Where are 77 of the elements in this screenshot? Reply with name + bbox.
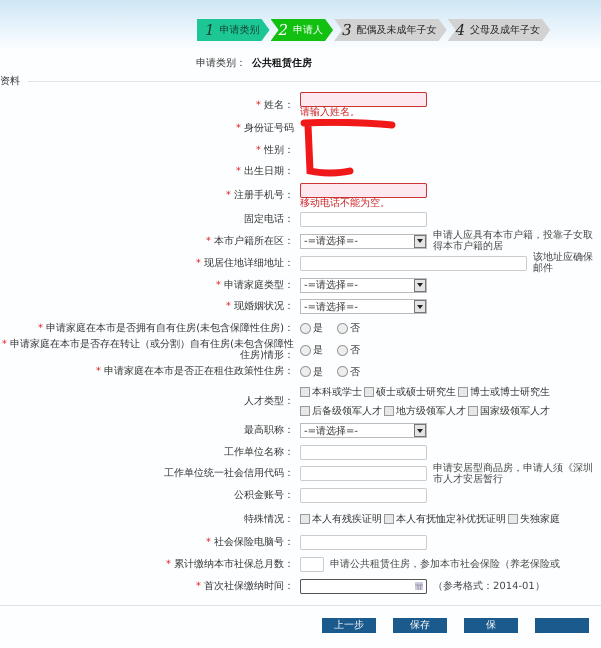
radio-option[interactable]: 是 <box>300 343 323 358</box>
required-mark: * <box>38 322 43 334</box>
required-mark: * <box>236 123 241 134</box>
field-label: 姓名： <box>264 100 294 110</box>
required-mark: * <box>256 144 261 156</box>
hint-text: （参考格式：2014-01） <box>433 580 546 592</box>
select-dropdown[interactable]: -=请选择=- <box>300 278 427 293</box>
field-label: 现婚姻状况： <box>234 301 294 312</box>
checkbox-option[interactable]: 本科或学士 <box>300 384 362 399</box>
field-label: 固定电话： <box>244 214 294 226</box>
select-dropdown[interactable]: -=请选择=- <box>300 299 427 314</box>
required-mark: * <box>2 339 7 350</box>
input-field[interactable] <box>300 92 427 107</box>
required-mark: * <box>196 258 201 269</box>
required-mark: * <box>166 559 171 570</box>
required-mark: * <box>206 537 211 548</box>
field-label: 申请家庭类型： <box>224 280 294 291</box>
required-mark: * <box>216 280 221 291</box>
checkbox-option[interactable]: 本人有抚恤定补优抚证明 <box>384 512 506 526</box>
field-label: 特殊情况： <box>244 514 294 525</box>
checkbox-option[interactable]: 地方级领军人才 <box>384 404 466 418</box>
field-label: 注册手机号： <box>234 190 294 202</box>
field-label: 工作单位统一社会信用代码： <box>164 468 294 480</box>
field-label: 现居住地详细地址： <box>204 258 294 269</box>
step-tab[interactable]: 4 父母及成年子女 <box>448 19 550 41</box>
form-button[interactable] <box>535 618 589 633</box>
required-mark: * <box>226 190 231 202</box>
field-label: 首次社保缴纳时间： <box>204 580 294 592</box>
field-label: 申请家庭在本市是否正在租住政策性住房： <box>104 366 294 378</box>
required-mark: * <box>96 366 101 378</box>
field-label: 累计缴纳本市社保总月数： <box>174 559 294 570</box>
category-label: 申请类别： <box>196 56 246 71</box>
radio-option[interactable]: 否 <box>337 321 360 336</box>
select-dropdown[interactable]: -=请选择=- <box>300 234 427 249</box>
input-field[interactable] <box>300 182 427 198</box>
calendar-icon[interactable] <box>415 582 423 590</box>
field-label: 申请家庭在本市是否拥有自有住房(未包含保障性住房)： <box>46 322 294 334</box>
hint-text: 申请人应具有本市户籍，投靠子女取得本市户籍的居 <box>433 230 594 252</box>
required-mark: * <box>206 236 211 247</box>
field-label: 本市户籍所在区： <box>214 236 294 247</box>
field-label: 公积金账号： <box>234 490 294 502</box>
form-button[interactable]: 保 <box>464 618 518 633</box>
step-tab[interactable]: 1 申请类别 <box>197 19 270 41</box>
required-mark: * <box>226 301 231 312</box>
checkbox-option[interactable]: 博士或博士研究生 <box>458 384 550 399</box>
field-label: 社会保险电脑号： <box>214 537 294 548</box>
checkbox-option[interactable]: 国家级领军人才 <box>468 404 550 418</box>
field-label: 身份证号码 <box>244 123 294 134</box>
field-label: 人才类型： <box>244 396 294 407</box>
field-label: 最高职称： <box>244 425 294 436</box>
required-mark: * <box>236 166 241 178</box>
field-label: 性别： <box>264 144 294 156</box>
date-field[interactable] <box>300 578 427 594</box>
field-label: 出生日期： <box>244 166 294 178</box>
hint-text: 该地址应确保邮件 <box>533 252 594 274</box>
checkbox-option[interactable]: 本人有残疾证明 <box>300 512 382 526</box>
section-title: 资料 <box>0 74 20 88</box>
error-message: 请输入姓名。 <box>300 107 361 118</box>
radio-option[interactable]: 否 <box>337 343 360 358</box>
hint-text: 申请公共租赁住房，参加本市社会保险（养老保险或 <box>330 559 561 570</box>
hint-text: 申请安居型商品房，申请人须《深圳市人才安居暂行 <box>433 462 594 485</box>
radio-option[interactable]: 否 <box>337 364 360 379</box>
checkbox-option[interactable]: 硕士或硕士研究生 <box>364 384 456 399</box>
error-message: 移动电话不能为空。 <box>300 198 391 209</box>
radio-option[interactable]: 是 <box>300 321 323 336</box>
field-label: 申请家庭在本市是否存在转让（或分割）自有住房(未包含保障性住房)情形： <box>10 339 294 362</box>
category-value: 公共租赁住房 <box>252 56 312 71</box>
required-mark: * <box>256 100 261 110</box>
step-tab[interactable]: 3 配偶及未成年子女 <box>334 19 447 41</box>
field-label: 工作单位名称： <box>224 446 294 458</box>
checkbox-option[interactable]: 失独家庭 <box>508 512 560 526</box>
form-button[interactable]: 保存 <box>393 618 447 633</box>
radio-option[interactable]: 是 <box>300 364 323 379</box>
select-dropdown[interactable]: -=请选择=- <box>300 423 427 438</box>
form-button[interactable]: 上一步 <box>322 618 376 633</box>
required-mark: * <box>196 580 201 592</box>
checkbox-option[interactable]: 后备级领军人才 <box>300 404 382 418</box>
